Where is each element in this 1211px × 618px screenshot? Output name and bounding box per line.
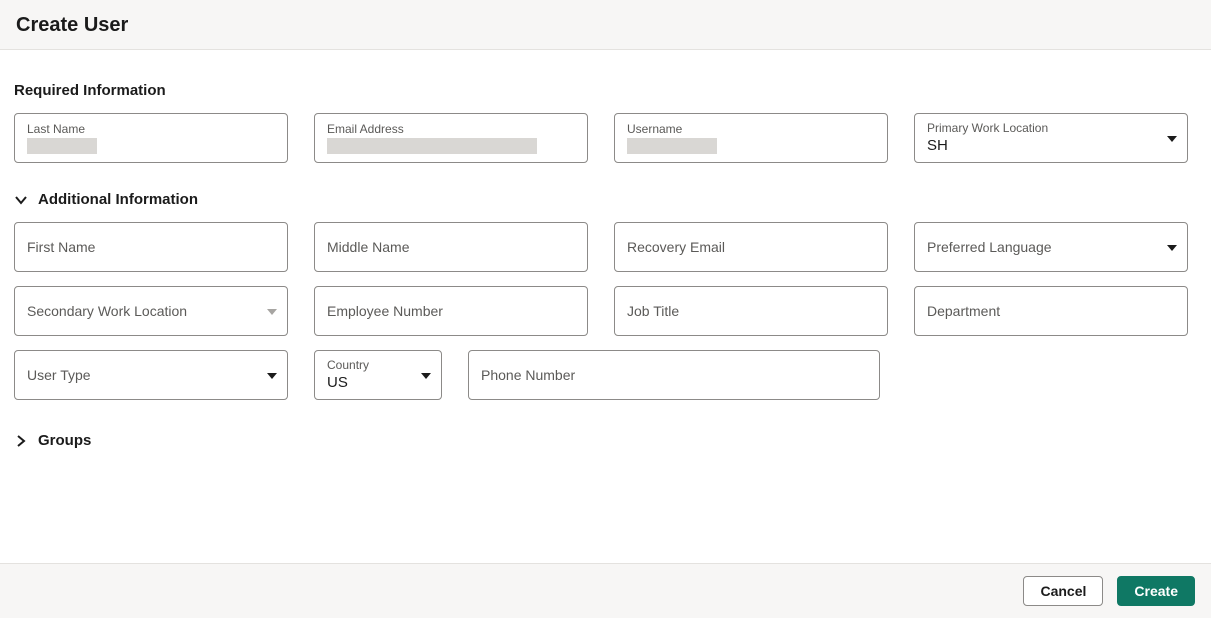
additional-info-grid-1: First Name Middle Name Recovery Email Pr… xyxy=(14,222,1197,336)
country-value: US xyxy=(327,374,429,392)
recovery-email-label: Recovery Email xyxy=(627,239,875,256)
groups-title: Groups xyxy=(38,432,91,449)
cancel-button[interactable]: Cancel xyxy=(1023,576,1103,606)
employee-number-label: Employee Number xyxy=(327,303,575,320)
page-title: Create User xyxy=(16,14,1195,37)
secondary-work-location-label: Secondary Work Location xyxy=(27,303,275,320)
phone-number-field[interactable]: Phone Number xyxy=(468,350,880,400)
secondary-work-location-select[interactable]: Secondary Work Location xyxy=(14,286,288,336)
email-field[interactable]: Email Address xyxy=(314,113,588,163)
primary-work-location-label: Primary Work Location xyxy=(927,121,1175,135)
first-name-field[interactable]: First Name xyxy=(14,222,288,272)
department-field[interactable]: Department xyxy=(914,286,1188,336)
username-value xyxy=(627,138,717,154)
additional-info-grid-2: User Type Country US Phone Number xyxy=(14,350,1197,400)
user-type-select[interactable]: User Type xyxy=(14,350,288,400)
footer: Cancel Create xyxy=(0,563,1211,618)
preferred-language-label: Preferred Language xyxy=(927,239,1175,256)
country-label: Country xyxy=(327,358,429,372)
country-select[interactable]: Country US xyxy=(314,350,442,400)
required-info-grid: Last Name Email Address Username Primary… xyxy=(14,113,1197,163)
last-name-value xyxy=(27,138,97,154)
required-info-title: Required Information xyxy=(14,82,1197,99)
department-label: Department xyxy=(927,303,1175,320)
preferred-language-select[interactable]: Preferred Language xyxy=(914,222,1188,272)
email-label: Email Address xyxy=(327,122,575,136)
form-body: Required Information Last Name Email Add… xyxy=(0,50,1211,553)
username-label: Username xyxy=(627,122,875,136)
last-name-field[interactable]: Last Name xyxy=(14,113,288,163)
email-value xyxy=(327,138,537,154)
additional-info-toggle[interactable]: Additional Information xyxy=(14,191,1197,208)
user-type-label: User Type xyxy=(27,367,275,384)
job-title-field[interactable]: Job Title xyxy=(614,286,888,336)
primary-work-location-value: SH xyxy=(927,137,1175,155)
create-user-page: Create User Required Information Last Na… xyxy=(0,0,1211,618)
recovery-email-field[interactable]: Recovery Email xyxy=(614,222,888,272)
first-name-label: First Name xyxy=(27,239,275,256)
create-button[interactable]: Create xyxy=(1117,576,1195,606)
primary-work-location-select[interactable]: Primary Work Location SH xyxy=(914,113,1188,163)
last-name-label: Last Name xyxy=(27,122,275,136)
job-title-label: Job Title xyxy=(627,303,875,320)
page-header: Create User xyxy=(0,0,1211,50)
additional-info-title: Additional Information xyxy=(38,191,198,208)
chevron-right-icon xyxy=(14,434,28,448)
chevron-down-icon xyxy=(14,193,28,207)
groups-toggle[interactable]: Groups xyxy=(14,432,1197,449)
phone-number-label: Phone Number xyxy=(481,367,867,384)
employee-number-field[interactable]: Employee Number xyxy=(314,286,588,336)
middle-name-label: Middle Name xyxy=(327,239,575,256)
middle-name-field[interactable]: Middle Name xyxy=(314,222,588,272)
username-field[interactable]: Username xyxy=(614,113,888,163)
